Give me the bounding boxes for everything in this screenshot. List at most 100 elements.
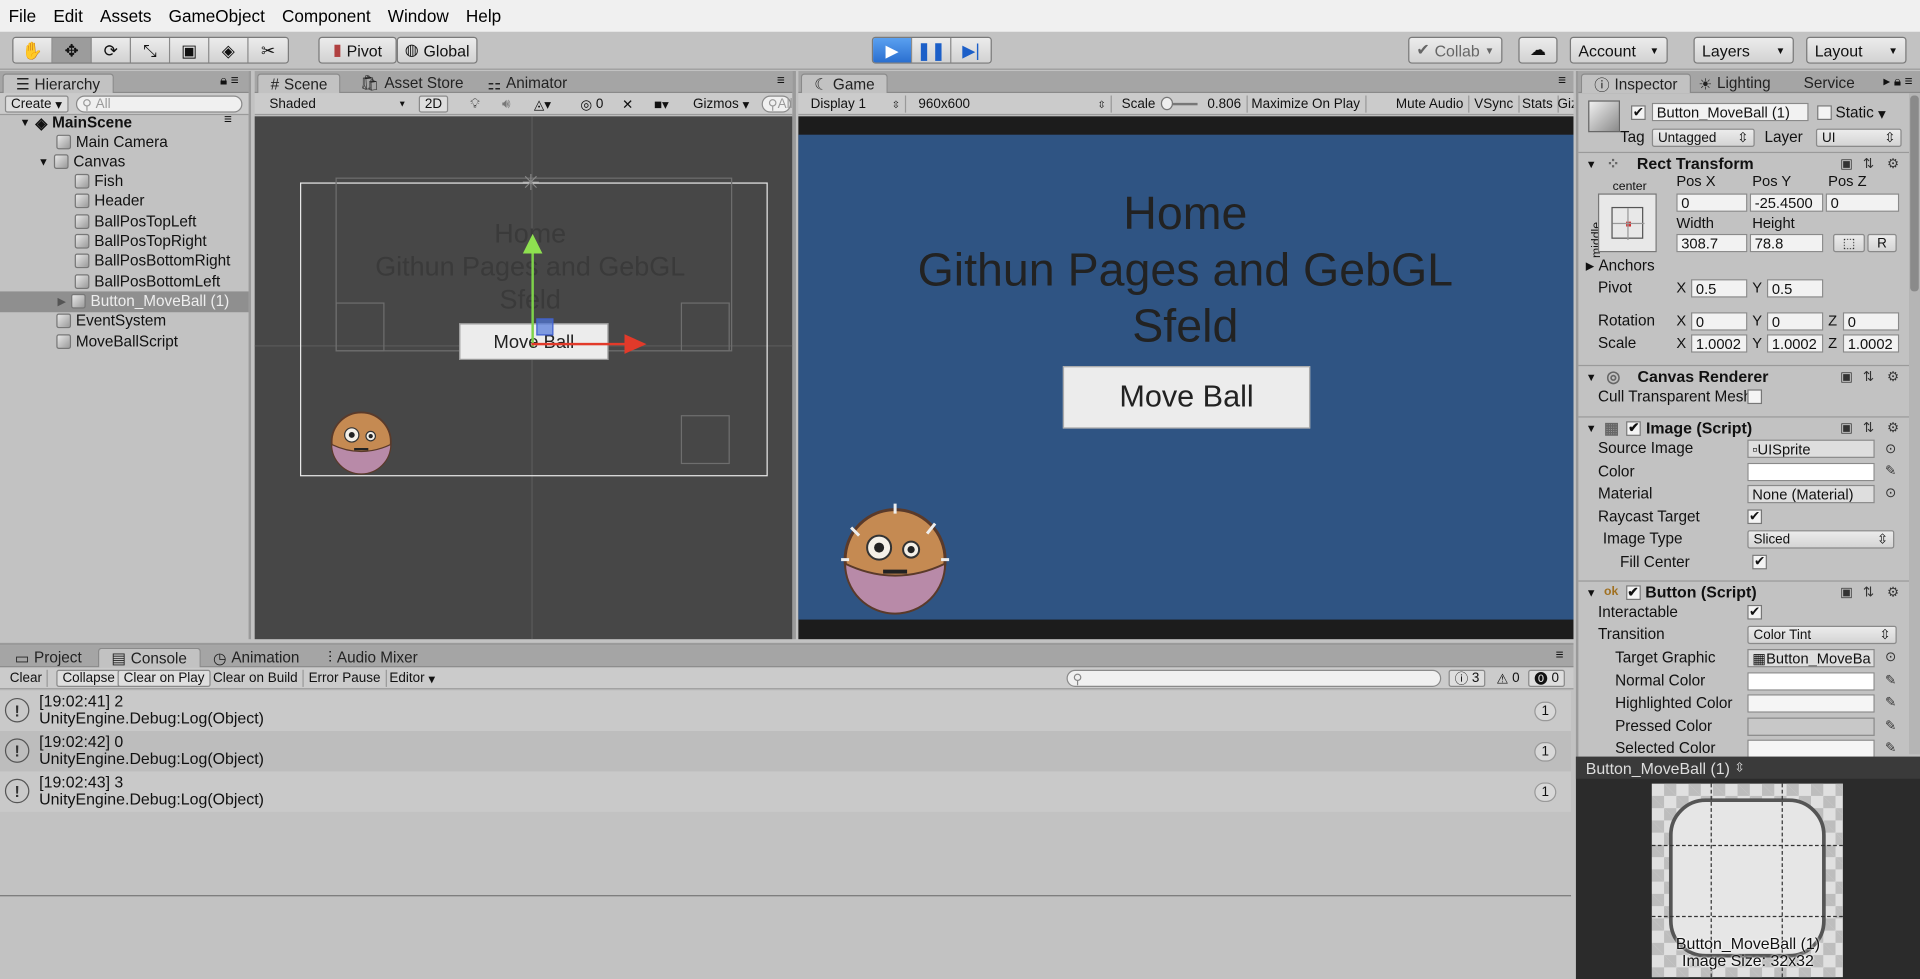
pivot-y-field[interactable]: 0.5 (1766, 279, 1824, 298)
x-arrow-icon[interactable] (624, 334, 647, 354)
raw-edit-button[interactable]: R (1867, 233, 1897, 253)
eyedropper-icon[interactable]: ✎ (1882, 694, 1899, 711)
hierarchy-item[interactable]: BallPosBottomLeft (74, 272, 220, 292)
hidden-count[interactable]: ◎ 0 (576, 96, 609, 113)
highlighted-color-field[interactable] (1747, 694, 1875, 713)
normal-color-field[interactable] (1747, 672, 1875, 691)
transform-tool-icon[interactable]: ◈ (209, 37, 249, 63)
pivot-x-field[interactable]: 0.5 (1691, 279, 1748, 298)
x-axis-handle[interactable] (531, 342, 627, 346)
source-image-field[interactable]: ▫ UISprite (1747, 439, 1875, 458)
height-field[interactable]: 78.8 (1749, 233, 1824, 253)
object-picker-icon[interactable]: ⊙ (1882, 441, 1899, 457)
menu-help[interactable]: Help (457, 6, 509, 26)
tab-audio-mixer[interactable]: ⫶ Audio Mixer (316, 648, 430, 668)
preview-header[interactable]: Button_MoveBall (1) ⇳ (1575, 756, 1920, 779)
hierarchy-item[interactable]: BallPosTopRight (74, 231, 207, 251)
pos-y-field[interactable]: -25.4500 (1749, 193, 1824, 212)
eyedropper-icon[interactable]: ✎ (1882, 672, 1899, 688)
layer-dropdown[interactable]: UI ⇳ (1815, 128, 1902, 147)
preset-icon[interactable]: ⇅ (1860, 156, 1877, 172)
console-search-input[interactable]: ⚲ (1066, 669, 1442, 687)
static-checkbox[interactable] (1817, 105, 1832, 121)
move-tool-icon[interactable]: ✥ (52, 37, 92, 63)
light-icon[interactable]: 💡︎ (465, 96, 484, 113)
active-checkbox[interactable]: ✔ (1631, 105, 1646, 121)
transition-dropdown[interactable]: Color Tint ⇳ (1747, 625, 1897, 645)
lock-icon[interactable]: 🔒︎ ≡ (220, 73, 239, 89)
game-move-ball-button[interactable]: Move Ball (1062, 366, 1311, 429)
width-field[interactable]: 308.7 (1676, 233, 1748, 253)
hierarchy-item[interactable]: Header (74, 191, 144, 211)
hierarchy-item[interactable]: BallPosBottomRight (74, 251, 230, 271)
tab-lighting[interactable]: ☀ Lighting (1686, 73, 1783, 93)
tab-services[interactable]: Service (1791, 73, 1872, 93)
eyedropper-icon[interactable]: ✎ (1882, 463, 1899, 479)
play-icon[interactable]: ▶ (873, 37, 913, 63)
target-graphic-field[interactable]: ▦ Button_MoveBa (1747, 648, 1875, 668)
fill-center-checkbox[interactable]: ✔ (1752, 554, 1767, 570)
panel-menu-icon[interactable]: ≡ (777, 73, 785, 88)
help-icon[interactable]: ▣ (1838, 369, 1855, 385)
help-icon[interactable]: ▣ (1838, 420, 1855, 436)
material-field[interactable]: None (Material) (1747, 484, 1875, 504)
button-enabled-checkbox[interactable]: ✔ (1625, 584, 1641, 600)
clear-button[interactable]: Clear (5, 669, 49, 687)
account-dropdown[interactable]: Account ▼ (1569, 36, 1668, 64)
pos-z-field[interactable]: 0 (1825, 193, 1900, 212)
display-dropdown[interactable]: Display 1 ⇳ (806, 95, 907, 113)
hierarchy-scene-row[interactable]: ▼ ◈ MainScene (20, 113, 132, 133)
help-icon[interactable]: ▣ (1838, 584, 1855, 600)
tab-console[interactable]: ▤ Console (97, 647, 201, 668)
custom-tool-icon[interactable]: ✂ (248, 37, 288, 63)
scale-tool-icon[interactable]: ⤡ (131, 37, 171, 63)
rot-x-field[interactable]: 0 (1691, 312, 1748, 331)
object-picker-icon[interactable]: ⊙ (1882, 485, 1899, 501)
tab-project[interactable]: ▭ Project (2, 648, 93, 668)
eyedropper-icon[interactable]: ✎ (1882, 718, 1899, 734)
hierarchy-item[interactable]: BallPosTopLeft (74, 212, 196, 232)
hierarchy-item[interactable]: ▼ Canvas (38, 152, 125, 172)
hierarchy-item[interactable]: MoveBallScript (56, 332, 178, 352)
object-name-field[interactable]: Button_MoveBall (1) (1651, 102, 1809, 122)
tab-game[interactable]: ☾ Game (800, 73, 889, 94)
tab-inspector[interactable]: ⓘ Inspector (1580, 73, 1691, 94)
hand-tool-icon[interactable]: ✋ (13, 37, 53, 63)
anchors-row[interactable]: ▶ Anchors (1586, 256, 1655, 276)
lock-icon[interactable]: ▸ 🔒︎ ≡ (1883, 73, 1912, 90)
tag-dropdown[interactable]: Untagged ⇳ (1651, 128, 1755, 147)
error-filter-toggle[interactable]: ⓿ 0 (1528, 669, 1566, 687)
gizmos-toggle[interactable]: Gizmo (1553, 96, 1574, 113)
image-type-dropdown[interactable]: Sliced ⇳ (1747, 530, 1895, 549)
gear-icon[interactable]: ⚙ (1884, 156, 1901, 172)
tab-animator[interactable]: ⚏ Animator (475, 73, 579, 93)
pressed-color-field[interactable] (1747, 717, 1875, 736)
clear-on-build-toggle[interactable]: Clear on Build (208, 669, 304, 687)
cull-checkbox[interactable] (1747, 389, 1763, 405)
hierarchy-search-input[interactable]: ⚲ All (75, 95, 243, 113)
console-log-row[interactable]: ! [19:02:43] 3 UnityEngine.Debug:Log(Obje… (0, 771, 1572, 812)
gear-icon[interactable]: ⚙ (1884, 420, 1901, 436)
inspector-scrollbar[interactable] (1908, 93, 1920, 755)
scene-search-input[interactable]: ⚲ All (761, 95, 793, 113)
scale-z-field[interactable]: 1.0002 (1842, 334, 1900, 353)
help-icon[interactable]: ▣ (1838, 156, 1855, 172)
mute-audio-toggle[interactable]: Mute Audio (1391, 95, 1470, 113)
shading-dropdown[interactable]: Shaded ▼ (264, 96, 411, 113)
create-dropdown[interactable]: Create ▾ (4, 95, 69, 113)
gear-icon[interactable]: ⚙ (1884, 584, 1901, 600)
tab-animation[interactable]: ◷ Animation (201, 648, 312, 668)
tab-scene[interactable]: # Scene (257, 73, 341, 94)
pivot-button[interactable]: ▮ Pivot (318, 36, 397, 64)
blueprint-mode-button[interactable]: ⬚ (1833, 233, 1865, 253)
menu-file[interactable]: File (0, 6, 45, 26)
object-picker-icon[interactable]: ⊙ (1882, 649, 1899, 665)
vsync-toggle[interactable]: VSync (1469, 95, 1520, 113)
hierarchy-item-selected[interactable]: ▶ Button_MoveBall (1) (58, 291, 230, 311)
color-field[interactable] (1747, 462, 1875, 482)
resolution-dropdown[interactable]: 960x600 ⇳ (913, 95, 1112, 113)
console-log-row[interactable]: ! [19:02:42] 0 UnityEngine.Debug:Log(Obje… (0, 731, 1572, 772)
scrollbar-thumb[interactable] (1910, 95, 1919, 292)
menu-assets[interactable]: Assets (91, 6, 160, 26)
selected-color-field[interactable] (1747, 739, 1875, 758)
